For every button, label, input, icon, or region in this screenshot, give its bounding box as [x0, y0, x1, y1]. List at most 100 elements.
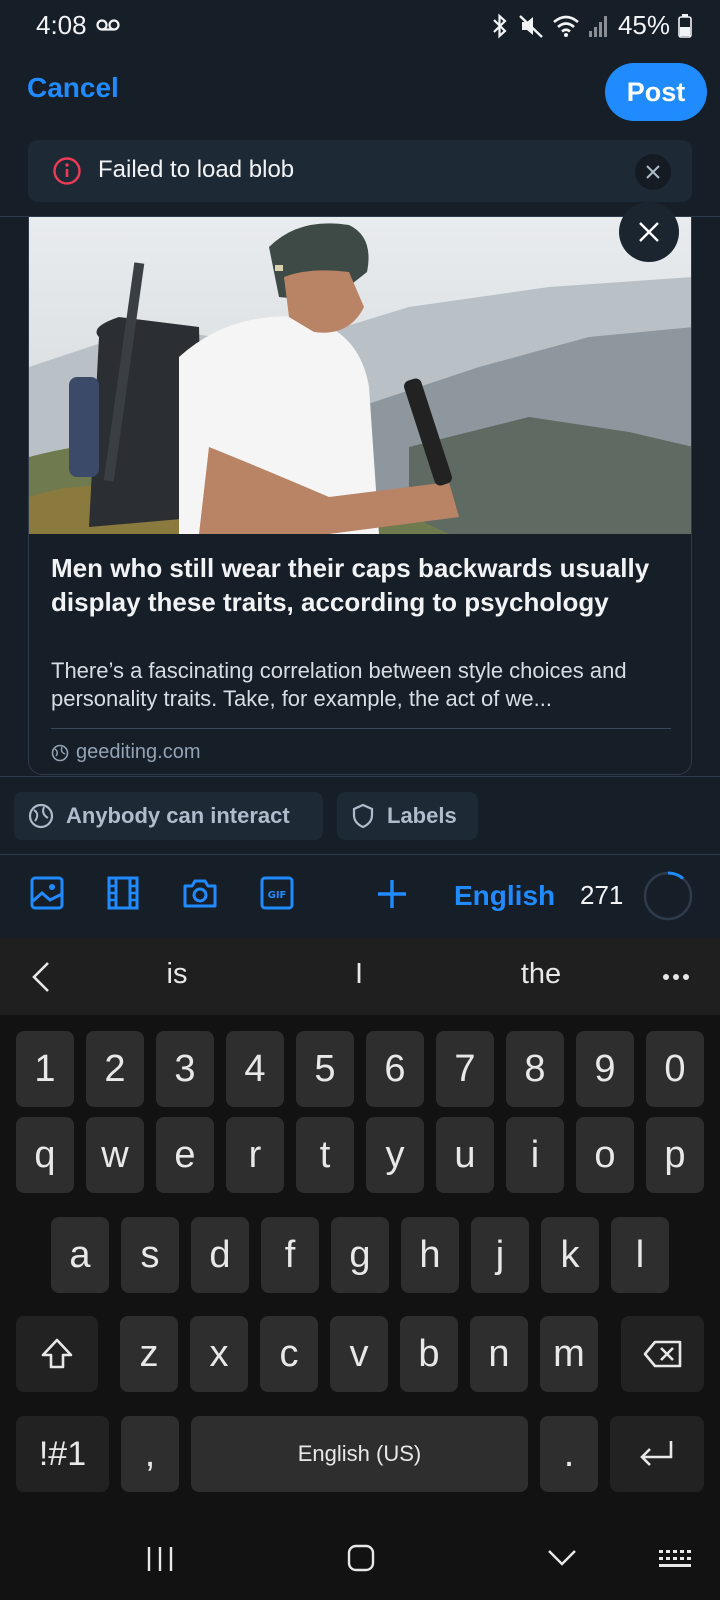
divider	[0, 776, 720, 777]
signal-icon	[588, 15, 607, 37]
system-navigation-bar	[0, 1518, 720, 1600]
comma-key[interactable]: ,	[121, 1416, 179, 1492]
shift-icon	[41, 1338, 73, 1369]
labels-label: Labels	[387, 803, 457, 828]
camera-icon[interactable]	[182, 876, 218, 910]
character-progress-ring	[643, 871, 693, 921]
gif-icon[interactable]: GIF	[260, 876, 294, 910]
voicemail-icon	[96, 19, 120, 31]
key-4[interactable]: 4	[226, 1031, 284, 1107]
globe-icon	[51, 744, 69, 762]
cancel-button[interactable]: Cancel	[27, 72, 119, 104]
interaction-settings-label: Anybody can interact	[66, 803, 290, 828]
key-0[interactable]: 0	[646, 1031, 704, 1107]
key-f[interactable]: f	[261, 1217, 319, 1293]
key-6[interactable]: 6	[366, 1031, 424, 1107]
image-icon[interactable]	[30, 876, 64, 910]
interaction-settings-button[interactable]: Anybody can interact	[14, 792, 323, 840]
gif-icon-text: GIF	[268, 890, 287, 901]
hide-keyboard-icon[interactable]	[546, 1548, 578, 1568]
key-r[interactable]: r	[226, 1117, 284, 1193]
plus-icon[interactable]	[376, 878, 408, 910]
key-a[interactable]: a	[51, 1217, 109, 1293]
key-c[interactable]: c	[260, 1316, 318, 1392]
key-e[interactable]: e	[156, 1117, 214, 1193]
link-preview-card[interactable]: Men who still wear their caps backwards …	[28, 217, 692, 775]
key-1[interactable]: 1	[16, 1031, 74, 1107]
key-g[interactable]: g	[331, 1217, 389, 1293]
keyboard-switch-icon[interactable]	[658, 1548, 692, 1570]
key-9[interactable]: 9	[576, 1031, 634, 1107]
status-bar: 4:08 45%	[0, 0, 720, 54]
backspace-key[interactable]	[621, 1316, 704, 1392]
key-s[interactable]: s	[121, 1217, 179, 1293]
error-message: Failed to load blob	[98, 156, 295, 183]
language-selector[interactable]: English	[454, 880, 555, 912]
key-w[interactable]: w	[86, 1117, 144, 1193]
suggestion-3[interactable]: the	[481, 958, 601, 991]
key-o[interactable]: o	[576, 1117, 634, 1193]
key-8[interactable]: 8	[506, 1031, 564, 1107]
shift-key[interactable]	[16, 1316, 98, 1392]
key-i[interactable]: i	[506, 1117, 564, 1193]
status-time: 4:08	[36, 10, 87, 40]
key-p[interactable]: p	[646, 1117, 704, 1193]
key-3[interactable]: 3	[156, 1031, 214, 1107]
battery-percent: 45%	[617, 10, 670, 40]
suggestion-bar: is I the	[0, 938, 720, 1015]
key-u[interactable]: u	[436, 1117, 494, 1193]
card-thumbnail-image	[29, 217, 691, 534]
mute-icon	[519, 14, 543, 38]
period-key[interactable]: .	[540, 1416, 598, 1492]
divider	[0, 854, 720, 855]
labels-button[interactable]: Labels	[337, 792, 478, 840]
key-h[interactable]: h	[401, 1217, 459, 1293]
post-button[interactable]: Post	[605, 63, 707, 121]
key-5[interactable]: 5	[296, 1031, 354, 1107]
close-icon	[639, 222, 659, 242]
key-z[interactable]: z	[120, 1316, 178, 1392]
close-icon	[646, 165, 660, 179]
chevron-left-icon[interactable]	[30, 960, 52, 994]
space-key[interactable]: English (US)	[191, 1416, 528, 1492]
key-x[interactable]: x	[190, 1316, 248, 1392]
divider	[51, 728, 671, 729]
more-options-icon[interactable]	[662, 973, 690, 981]
symbols-key[interactable]: !#1	[16, 1416, 109, 1492]
error-banner: Failed to load blob	[28, 140, 692, 202]
key-b[interactable]: b	[400, 1316, 458, 1392]
backspace-icon	[643, 1340, 681, 1368]
home-icon[interactable]	[346, 1543, 376, 1573]
card-domain: geediting.com	[76, 741, 201, 763]
key-v[interactable]: v	[330, 1316, 388, 1392]
keyboard: is I the 1 2 3 4 5 6 7 8 9 0 q w e r t y…	[0, 938, 720, 1518]
key-d[interactable]: d	[191, 1217, 249, 1293]
wifi-icon	[553, 15, 579, 37]
video-icon[interactable]	[106, 876, 140, 910]
enter-icon	[640, 1441, 673, 1466]
shield-icon	[352, 803, 374, 829]
key-j[interactable]: j	[471, 1217, 529, 1293]
key-2[interactable]: 2	[86, 1031, 144, 1107]
dismiss-error-button[interactable]	[635, 154, 671, 190]
card-title: Men who still wear their caps backwards …	[51, 553, 650, 617]
character-count: 271	[580, 880, 624, 910]
key-q[interactable]: q	[16, 1117, 74, 1193]
bluetooth-icon	[493, 13, 507, 38]
error-info-icon	[53, 157, 81, 185]
remove-link-button[interactable]	[619, 202, 679, 262]
key-k[interactable]: k	[541, 1217, 599, 1293]
key-l[interactable]: l	[611, 1217, 669, 1293]
key-n[interactable]: n	[470, 1316, 528, 1392]
enter-key[interactable]	[610, 1416, 704, 1492]
key-7[interactable]: 7	[436, 1031, 494, 1107]
suggestion-1[interactable]: is	[117, 958, 237, 991]
battery-icon	[678, 13, 692, 38]
card-description: There’s a fascinating correlation betwee…	[51, 658, 627, 711]
key-t[interactable]: t	[296, 1117, 354, 1193]
key-m[interactable]: m	[540, 1316, 598, 1392]
suggestion-2[interactable]: I	[299, 958, 419, 991]
recent-apps-icon[interactable]	[145, 1545, 175, 1573]
globe-icon	[28, 803, 54, 829]
key-y[interactable]: y	[366, 1117, 424, 1193]
